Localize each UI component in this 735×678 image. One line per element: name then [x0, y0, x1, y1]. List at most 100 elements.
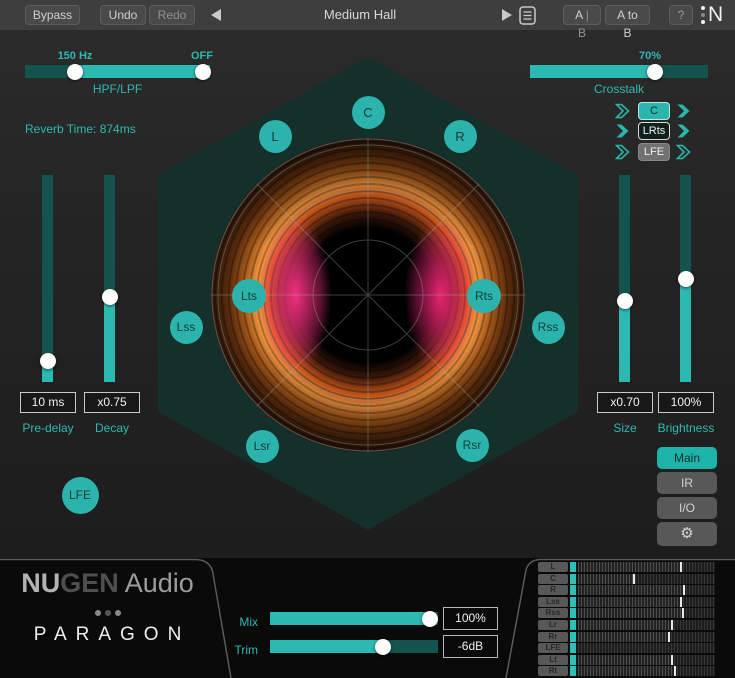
meter-row-l: L	[538, 562, 718, 572]
routing-in-chevron-icon[interactable]	[615, 123, 632, 139]
meter-label: C	[538, 574, 568, 584]
meter-bar	[570, 655, 715, 665]
decay-slider[interactable]	[104, 175, 115, 382]
meter-label: Lt	[538, 655, 568, 665]
channel-node-r[interactable]: R	[444, 120, 477, 153]
product-name: PARAGON	[9, 624, 215, 646]
meter-label: Lr	[538, 620, 568, 630]
hpf-lpf-slider[interactable]	[25, 65, 210, 78]
crosstalk-thumb[interactable]	[647, 64, 663, 80]
pre-delay-label: Pre-delay	[20, 421, 76, 435]
peak-marker	[674, 666, 676, 676]
channel-node-lts[interactable]: Lts	[232, 279, 266, 313]
size-slider[interactable]	[619, 175, 630, 382]
peak-marker	[682, 608, 684, 618]
pre-delay-value[interactable]: 10 ms	[20, 392, 76, 413]
tab-ir[interactable]: IR	[657, 472, 717, 494]
trim-value[interactable]: -6dB	[443, 635, 498, 658]
tab-io[interactable]: I/O	[657, 497, 717, 519]
channel-node-rts[interactable]: Rts	[467, 279, 501, 313]
meter-label: Rr	[538, 632, 568, 642]
crosstalk-value: 70%	[625, 50, 675, 62]
paragon-plugin-window: Bypass Undo Redo Medium Hall A | B A to …	[0, 0, 735, 678]
brightness-slider[interactable]	[680, 175, 691, 382]
next-preset-icon[interactable]	[502, 9, 512, 21]
channel-node-rss[interactable]: Rss	[532, 311, 565, 344]
meter-label: L	[538, 562, 568, 572]
meter-bar	[570, 585, 715, 595]
meter-row-lfe: LFE	[538, 643, 718, 653]
pre-delay-slider[interactable]	[42, 175, 53, 382]
bypass-button[interactable]: Bypass	[25, 5, 80, 25]
lpf-value: OFF	[182, 50, 222, 62]
meter-row-lt: Lt	[538, 655, 718, 665]
decay-thumb[interactable]	[102, 289, 118, 305]
meter-bar	[570, 597, 715, 607]
routing-button-lrts[interactable]: LRts	[638, 122, 670, 140]
meter-row-rr: Rr	[538, 632, 718, 642]
meter-label: Lss	[538, 597, 568, 607]
trim-thumb[interactable]	[375, 639, 391, 655]
hpf-lpf-label: HPF/LPF	[25, 82, 210, 96]
routing-button-c[interactable]: C	[638, 102, 670, 120]
routing-out-chevron-icon[interactable]	[676, 103, 693, 119]
peak-marker	[683, 585, 685, 595]
decay-label: Decay	[84, 421, 140, 435]
decay-value[interactable]: x0.75	[84, 392, 140, 413]
help-button[interactable]: ?	[669, 5, 693, 25]
meter-row-rss: Rss	[538, 608, 718, 618]
logo-dots-icon	[0, 603, 215, 621]
previous-preset-icon[interactable]	[211, 9, 221, 21]
meter-bar	[570, 574, 715, 584]
routing-row-lrts: LRts	[615, 122, 693, 140]
peak-marker	[668, 632, 670, 642]
mix-slider[interactable]	[270, 612, 438, 625]
crosstalk-slider[interactable]	[530, 65, 708, 78]
size-thumb[interactable]	[617, 293, 633, 309]
peak-marker	[671, 655, 673, 665]
a-to-b-button[interactable]: A to B	[605, 5, 650, 25]
channel-node-lsr[interactable]: Lsr	[246, 430, 279, 463]
routing-in-chevron-icon[interactable]	[615, 103, 632, 119]
channel-node-lfe[interactable]: LFE	[62, 477, 99, 514]
channel-node-l[interactable]: L	[259, 120, 292, 153]
meter-bar	[570, 620, 715, 630]
brightness-label: Brightness	[650, 421, 722, 435]
channel-node-c[interactable]: C	[352, 96, 385, 129]
ab-compare-button[interactable]: A | B	[563, 5, 601, 25]
routing-button-lfe[interactable]: LFE	[638, 143, 670, 161]
nugen-logo-icon: N	[701, 4, 723, 26]
trim-slider[interactable]	[270, 640, 438, 653]
routing-out-chevron-icon[interactable]	[676, 123, 693, 139]
preset-list-icon[interactable]	[519, 6, 536, 25]
mix-label: Mix	[228, 615, 258, 629]
brightness-value[interactable]: 100%	[658, 392, 714, 413]
meter-row-c: C	[538, 574, 718, 584]
meter-bar	[570, 608, 715, 618]
crosstalk-label: Crosstalk	[530, 82, 708, 96]
hpf-value: 150 Hz	[50, 50, 100, 62]
brightness-thumb[interactable]	[678, 271, 694, 287]
meter-row-rt: Rt	[538, 666, 718, 676]
lpf-thumb[interactable]	[195, 64, 211, 80]
preset-name[interactable]: Medium Hall	[260, 7, 460, 22]
size-value[interactable]: x0.70	[597, 392, 653, 413]
pre-delay-thumb[interactable]	[40, 353, 56, 369]
routing-out-chevron-icon[interactable]	[676, 144, 693, 160]
undo-button[interactable]: Undo	[100, 5, 146, 25]
hpf-thumb[interactable]	[67, 64, 83, 80]
meter-bar	[570, 643, 715, 653]
settings-button[interactable]: ⚙	[657, 522, 717, 546]
mix-thumb[interactable]	[422, 611, 438, 627]
trim-label: Trim	[228, 643, 258, 657]
tab-main[interactable]: Main	[657, 447, 717, 469]
peak-marker	[671, 620, 673, 630]
size-label: Size	[597, 421, 653, 435]
meter-bar	[570, 632, 715, 642]
routing-in-chevron-icon[interactable]	[615, 144, 632, 160]
redo-button[interactable]: Redo	[149, 5, 195, 25]
meter-bar	[570, 562, 715, 572]
channel-node-rsr[interactable]: Rsr	[456, 429, 489, 462]
channel-node-lss[interactable]: Lss	[170, 311, 203, 344]
mix-value[interactable]: 100%	[443, 607, 498, 630]
